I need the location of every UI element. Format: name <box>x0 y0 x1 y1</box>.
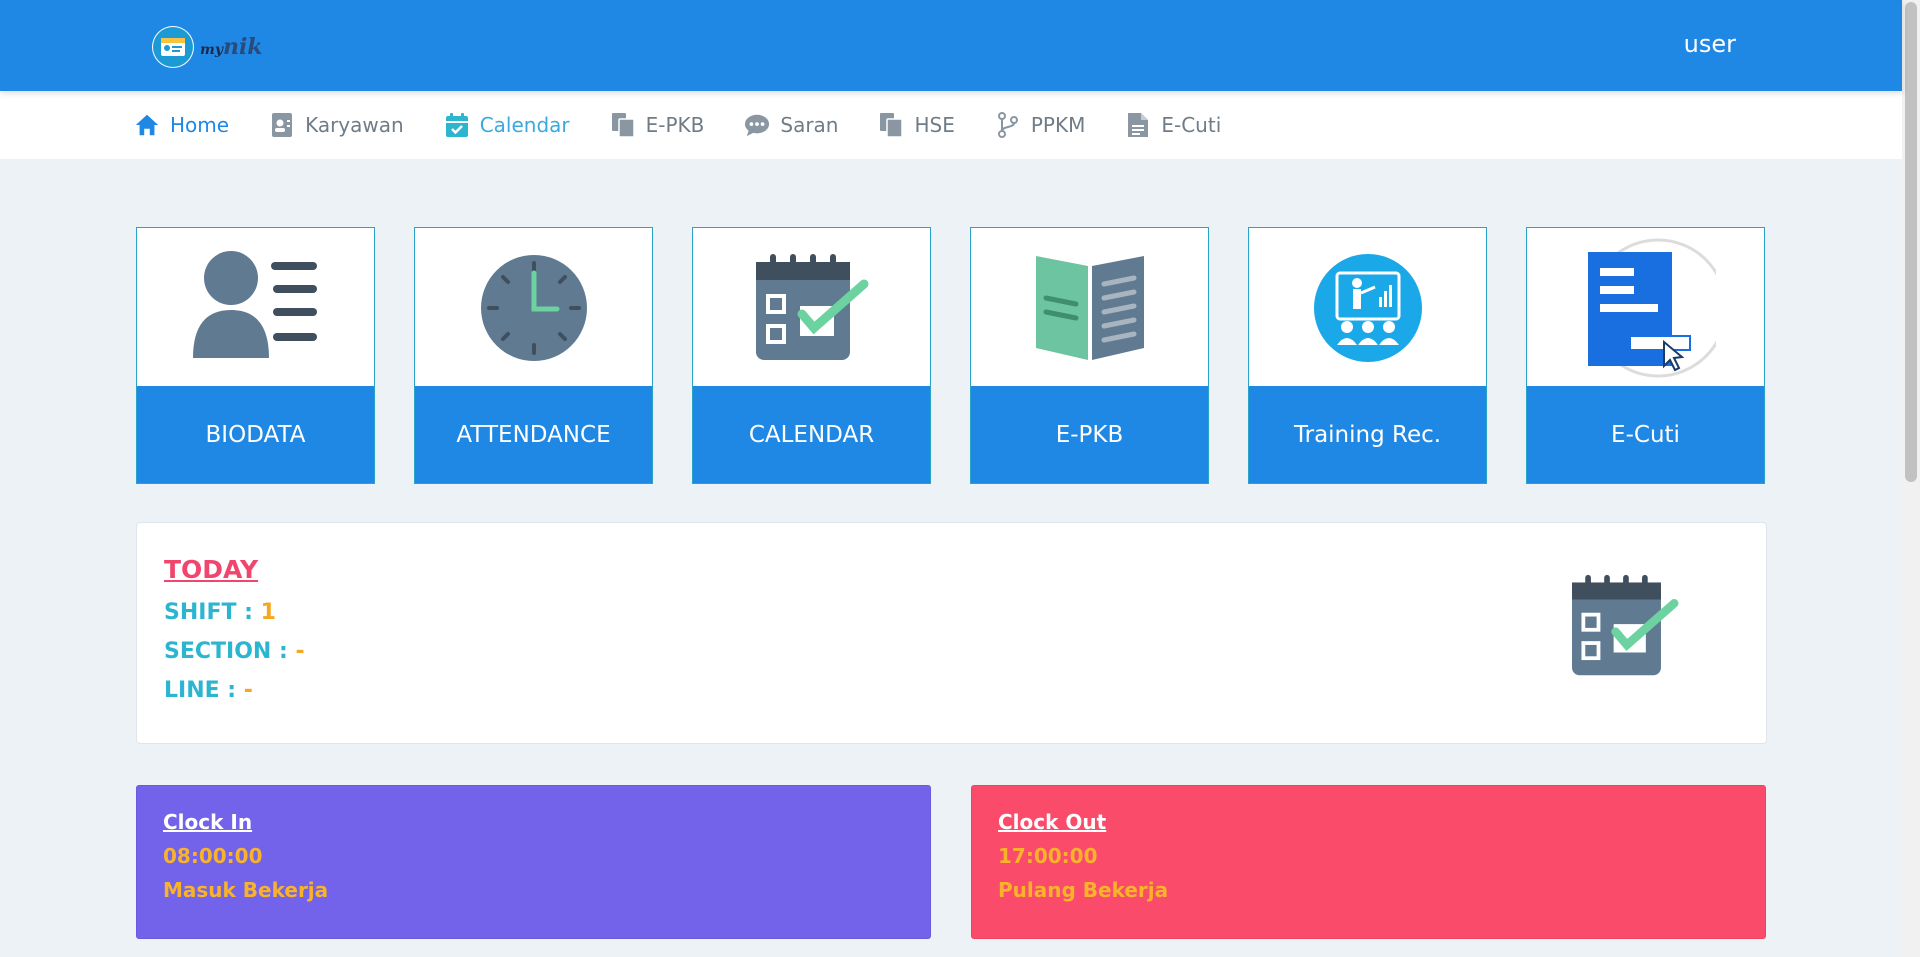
app-logo[interactable]: mynik <box>152 26 263 68</box>
branch-icon <box>995 112 1021 138</box>
id-card-icon <box>269 112 295 138</box>
nav-item-calendar[interactable]: Calendar <box>444 112 570 138</box>
form-icon <box>1527 228 1764 387</box>
tile-e-pkb[interactable]: E-PKB <box>970 227 1209 484</box>
tile-label: E-Cuti <box>1527 386 1764 483</box>
tile-label: ATTENDANCE <box>415 386 652 483</box>
logo-small-text: my <box>200 42 223 58</box>
nav-item-hse[interactable]: HSE <box>878 112 955 138</box>
tile-e-cuti[interactable]: E-Cuti <box>1526 227 1765 484</box>
clock-out-time: 17:00:00 <box>998 844 1098 868</box>
nav-item-label: E-PKB <box>645 113 705 137</box>
nav-item-saran[interactable]: Saran <box>744 112 838 138</box>
clock-out-title: Clock Out <box>998 810 1107 834</box>
nav-bar: Home Karyawan Calendar E-PKB Saran HSE P… <box>0 91 1902 159</box>
today-title: TODAY <box>164 555 259 584</box>
tile-attendance[interactable]: ATTENDANCE <box>414 227 653 484</box>
today-card: TODAY SHIFT : 1 SECTION : - LINE : - <box>136 522 1767 744</box>
home-icon <box>134 112 160 138</box>
clock-in-time: 08:00:00 <box>163 844 263 868</box>
nav-item-home[interactable]: Home <box>134 112 229 138</box>
tile-label: BIODATA <box>137 386 374 483</box>
user-menu[interactable]: user <box>1684 30 1736 58</box>
main-nav: Home Karyawan Calendar E-PKB Saran HSE P… <box>134 91 1261 159</box>
shift-label: SHIFT : <box>164 600 261 625</box>
today-section: SECTION : - <box>164 639 305 664</box>
nav-item-label: PPKM <box>1030 113 1086 137</box>
logo-big-text: nik <box>222 34 263 60</box>
menu-tiles: BIODATA ATTENDANCE CALENDAR E-PKB Traini… <box>136 227 1767 484</box>
today-shift: SHIFT : 1 <box>164 600 276 625</box>
clock-icon <box>415 228 652 387</box>
clock-out-card: Clock Out 17:00:00 Pulang Bekerja <box>971 785 1766 939</box>
nav-item-label: E-Cuti <box>1161 113 1222 137</box>
section-label: SECTION : <box>164 639 296 664</box>
nav-item-e-pkb[interactable]: E-PKB <box>610 112 705 138</box>
training-icon <box>1249 228 1486 387</box>
nav-item-karyawan[interactable]: Karyawan <box>269 112 404 138</box>
logo-text: mynik <box>200 34 263 60</box>
top-header: mynik user <box>0 0 1902 91</box>
line-value: - <box>243 678 253 703</box>
copy-icon <box>878 112 904 138</box>
section-value: - <box>295 639 305 664</box>
clock-out-note: Pulang Bekerja <box>998 878 1169 902</box>
today-line: LINE : - <box>164 678 253 703</box>
nav-item-label: Home <box>170 113 230 137</box>
book-icon <box>971 228 1208 387</box>
calendar-icon <box>693 228 930 387</box>
clock-in-card: Clock In 08:00:00 Masuk Bekerja <box>136 785 931 939</box>
nav-item-label: Saran <box>780 113 839 137</box>
nav-item-label: HSE <box>914 113 955 137</box>
scrollbar-thumb[interactable] <box>1905 2 1917 482</box>
calendar-check-icon <box>444 112 470 138</box>
nav-item-e-cuti[interactable]: E-Cuti <box>1125 112 1221 138</box>
tile-label: CALENDAR <box>693 386 930 483</box>
nav-item-label: Karyawan <box>305 113 404 137</box>
shift-value: 1 <box>260 600 276 625</box>
document-icon <box>1125 112 1151 138</box>
chat-icon <box>744 112 770 138</box>
calendar-icon <box>1568 573 1682 683</box>
copy-icon <box>610 112 636 138</box>
tile-label: Training Rec. <box>1249 386 1486 483</box>
tile-calendar[interactable]: CALENDAR <box>692 227 931 484</box>
tile-biodata[interactable]: BIODATA <box>136 227 375 484</box>
nav-item-label: Calendar <box>479 113 570 137</box>
logo-badge-icon <box>152 26 194 68</box>
biodata-icon <box>137 228 374 387</box>
line-label: LINE : <box>164 678 244 703</box>
tile-training-rec[interactable]: Training Rec. <box>1248 227 1487 484</box>
nav-item-ppkm[interactable]: PPKM <box>995 112 1086 138</box>
clock-in-title: Clock In <box>163 810 253 834</box>
page-scrollbar[interactable] <box>1902 0 1920 957</box>
tile-label: E-PKB <box>971 386 1208 483</box>
clock-in-note: Masuk Bekerja <box>163 878 329 902</box>
